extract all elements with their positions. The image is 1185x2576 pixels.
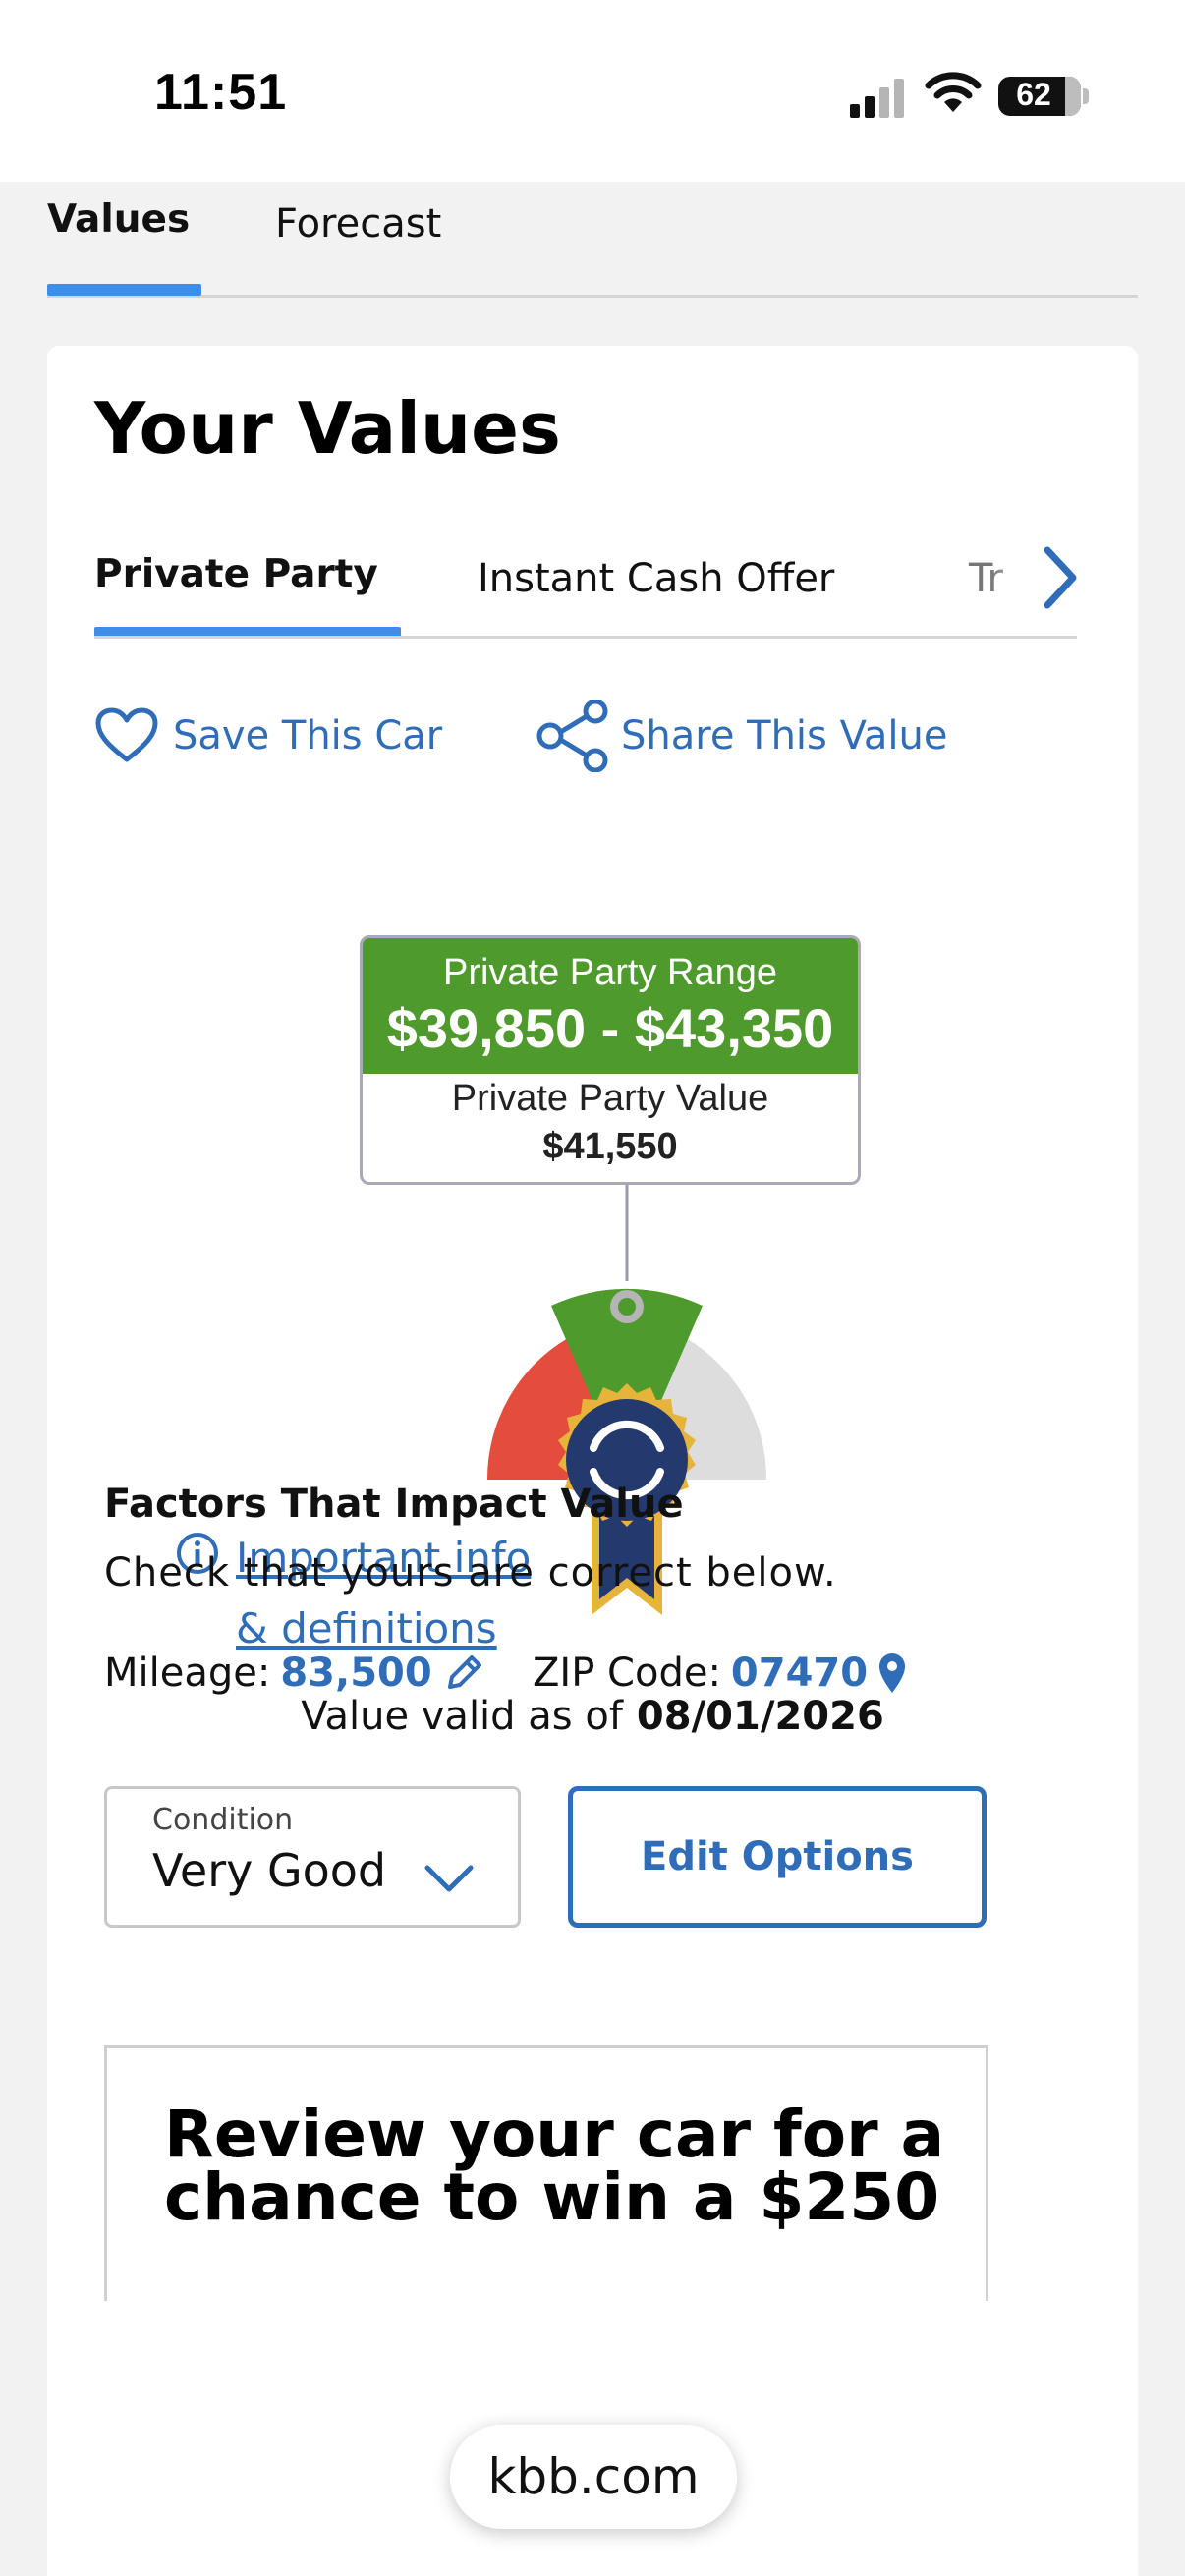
cellular-signal-icon: [850, 79, 904, 118]
battery-level: 62: [1016, 77, 1051, 112]
condition-value: Very Good: [152, 1844, 387, 1897]
value-type-tabs: Private Party Instant Cash Offer Tr: [94, 523, 1077, 639]
value-section: Private Party Value $41,550: [363, 1074, 858, 1168]
share-icon: [536, 700, 608, 772]
chevron-right-icon[interactable]: [1030, 538, 1089, 617]
wifi-icon: [925, 72, 982, 112]
promo-text: Review your car for a chance to win a $2…: [164, 2097, 945, 2235]
zip-value[interactable]: 07470: [731, 1651, 868, 1696]
pencil-icon[interactable]: [442, 1652, 485, 1695]
condition-label: Condition: [152, 1803, 294, 1837]
valid-prefix: Value valid as of: [301, 1694, 623, 1739]
share-value-label: Share This Value: [621, 713, 948, 758]
active-value-tab-indicator: [94, 627, 401, 636]
range-header: Private Party Range $39,850 - $43,350: [363, 938, 858, 1074]
mileage-label: Mileage:: [104, 1651, 271, 1696]
tab-values[interactable]: Values: [47, 197, 190, 242]
share-value-button[interactable]: Share This Value: [535, 692, 947, 780]
zip-field[interactable]: ZIP Code: 07470: [533, 1651, 907, 1696]
status-bar: 11:51 62: [0, 0, 1185, 182]
value-valid-date: Value valid as of 08/01/2026: [47, 1694, 1138, 1739]
tab-instant-cash-offer[interactable]: Instant Cash Offer: [478, 556, 834, 601]
price-range-box: Private Party Range $39,850 - $43,350 Pr…: [360, 935, 861, 1185]
info-link-line-2: & definitions: [236, 1604, 497, 1652]
tab-private-party[interactable]: Private Party: [94, 552, 378, 596]
top-tabs: Values Forecast: [47, 182, 1138, 298]
mileage-value[interactable]: 83,500: [280, 1651, 431, 1696]
location-pin-icon[interactable]: [877, 1652, 907, 1695]
chevron-down-icon: [424, 1865, 474, 1892]
page-title: Your Values: [94, 387, 561, 470]
private-party-value-label: Private Party Value: [451, 1078, 769, 1119]
valid-date: 08/01/2026: [636, 1694, 884, 1739]
edit-options-button[interactable]: Edit Options: [568, 1786, 987, 1928]
save-car-button[interactable]: Save This Car: [94, 692, 442, 780]
battery-tip: [1083, 88, 1089, 104]
value-actions: Save This Car Share This Value: [94, 692, 1077, 780]
range-title: Private Party Range: [442, 952, 778, 993]
factors-title: Factors That Impact Value: [104, 1482, 684, 1527]
browser-url-pill[interactable]: kbb.com: [450, 2425, 737, 2529]
condition-select[interactable]: Condition Very Good: [104, 1786, 521, 1928]
tab-forecast[interactable]: Forecast: [275, 201, 441, 247]
range-value: $39,850 - $43,350: [386, 997, 834, 1059]
active-tab-indicator: [47, 284, 201, 296]
mileage-field[interactable]: Mileage: 83,500: [104, 1651, 485, 1696]
save-car-label: Save This Car: [173, 713, 443, 758]
factors-subtitle: Check that yours are correct below.: [104, 1550, 837, 1596]
zip-label: ZIP Code:: [533, 1651, 721, 1696]
heart-icon: [95, 707, 158, 762]
review-promo-banner[interactable]: Review your car for a chance to win a $2…: [104, 2045, 988, 2301]
private-party-value: $41,550: [542, 1126, 678, 1167]
battery-icon: 62: [998, 77, 1081, 116]
status-time: 11:51: [154, 64, 288, 121]
